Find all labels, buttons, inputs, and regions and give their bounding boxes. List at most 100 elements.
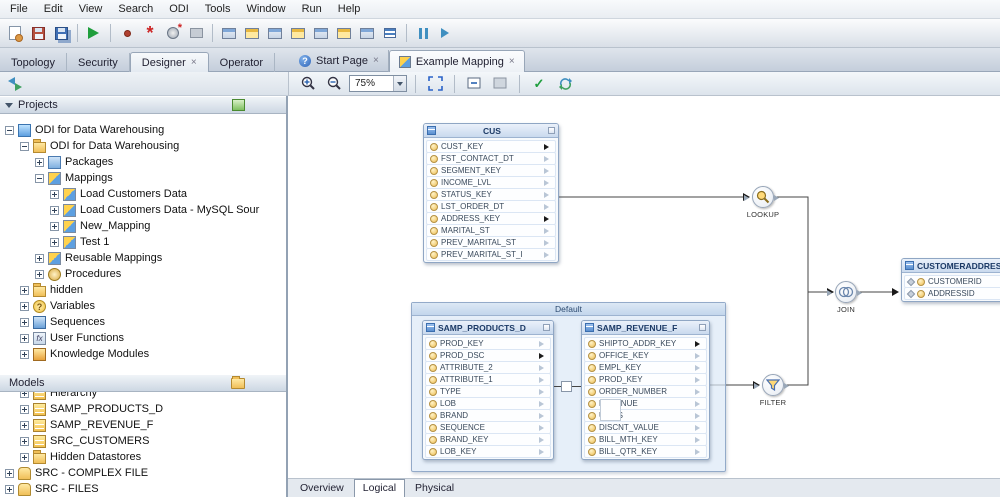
expand-icon[interactable] (20, 404, 29, 414)
new-icon[interactable] (4, 22, 26, 44)
tab-overview[interactable]: Overview (291, 479, 353, 497)
tab-start-page[interactable]: ? Start Page × (290, 50, 389, 72)
expand-all-icon[interactable] (489, 73, 511, 95)
expand-icon[interactable] (50, 221, 59, 231)
zoom-in-icon[interactable] (297, 73, 319, 95)
collapse-icon[interactable] (548, 127, 555, 134)
tree-item-variables[interactable]: Variables (0, 298, 286, 314)
trace-icon[interactable] (185, 22, 207, 44)
close-icon[interactable]: × (509, 56, 515, 67)
zoom-select[interactable]: 75% (349, 75, 407, 92)
menu-edit[interactable]: Edit (36, 1, 71, 17)
tree-item-load-customers-data[interactable]: Load Customers Data (0, 186, 286, 202)
output-arrow-icon[interactable] (695, 340, 703, 347)
tree-item-src-customers[interactable]: SRC_CUSTOMERS (0, 433, 286, 449)
close-icon[interactable]: × (373, 56, 379, 66)
save-all-icon[interactable] (50, 22, 72, 44)
menu-window[interactable]: Window (238, 1, 293, 17)
breakpoint-icon[interactable] (116, 22, 138, 44)
expand-icon[interactable] (20, 436, 29, 446)
refresh-icon[interactable] (4, 73, 26, 95)
window-layout-icon-4[interactable] (287, 22, 309, 44)
resume-icon[interactable] (435, 22, 457, 44)
output-arrow-icon[interactable] (539, 388, 547, 395)
table-node-cus[interactable]: CUS CUST_KEY FST_CONTACT_DT SEGMENT_KEY … (423, 123, 559, 263)
tab-topology[interactable]: Topology (0, 53, 68, 72)
tab-logical[interactable]: Logical (353, 479, 406, 497)
new-project-icon[interactable] (232, 99, 245, 111)
tab-example-mapping[interactable]: Example Mapping × (388, 50, 525, 72)
group-header[interactable]: Default (412, 303, 725, 316)
filter-operator[interactable]: FILTER (749, 374, 797, 407)
tree-item-test-1[interactable]: Test 1 (0, 234, 286, 250)
output-arrow-icon[interactable] (544, 251, 552, 258)
menu-file[interactable]: File (2, 1, 36, 17)
table-header[interactable]: CUSTOMERADDRESSR (902, 259, 1000, 273)
output-arrow-icon[interactable] (544, 191, 552, 198)
run-icon[interactable] (83, 22, 105, 44)
collapse-all-icon[interactable] (463, 73, 485, 95)
output-arrow-icon[interactable] (539, 400, 547, 407)
table-header[interactable]: SAMP_REVENUE_F (582, 321, 709, 335)
tab-operator[interactable]: Operator (209, 53, 276, 72)
tree-item-samp-revenue-f[interactable]: SAMP_REVENUE_F (0, 417, 286, 433)
output-arrow-icon[interactable] (544, 155, 552, 162)
table-node-samp-revenue-f[interactable]: SAMP_REVENUE_F SHIPTO_ADDR_KEY OFFICE_KE… (581, 320, 710, 460)
window-layout-icon-6[interactable] (333, 22, 355, 44)
tree-item-load-customers-data-mysql[interactable]: Load Customers Data - MySQL Sour (0, 202, 286, 218)
expand-icon[interactable] (5, 468, 14, 478)
expand-icon[interactable] (20, 349, 29, 359)
expand-icon[interactable] (20, 452, 29, 462)
tree-item-knowledge-modules[interactable]: Knowledge Modules (0, 346, 286, 362)
expand-icon[interactable] (20, 141, 29, 151)
expand-icon[interactable] (20, 333, 29, 343)
menu-help[interactable]: Help (330, 1, 369, 17)
tab-physical[interactable]: Physical (406, 479, 463, 497)
column-row[interactable]: PREV_MARITAL_ST_I (426, 248, 556, 261)
filter-icon[interactable] (754, 374, 789, 396)
expand-icon[interactable] (20, 392, 29, 398)
tree-item-project-root[interactable]: ODI for Data Warehousing (0, 122, 286, 138)
pause-icon[interactable] (412, 22, 434, 44)
window-layout-icon-1[interactable] (218, 22, 240, 44)
tree-item-user-functions[interactable]: User Functions (0, 330, 286, 346)
output-arrow-icon[interactable] (544, 143, 552, 150)
expand-icon[interactable] (35, 157, 44, 167)
output-arrow-icon[interactable] (544, 167, 552, 174)
menu-tools[interactable]: Tools (197, 1, 239, 17)
menu-view[interactable]: View (71, 1, 111, 17)
column-row[interactable]: BILL_QTR_KEY (584, 445, 707, 458)
models-panel-header[interactable]: Models (0, 374, 286, 392)
column-row[interactable]: ADDRESSID (904, 287, 1000, 300)
collapse-icon[interactable] (543, 324, 550, 331)
tree-item-src-complex-file[interactable]: SRC - COMPLEX FILE (0, 465, 286, 481)
expand-icon[interactable] (50, 189, 59, 199)
output-arrow-icon[interactable] (695, 388, 703, 395)
output-arrow-icon[interactable] (695, 448, 703, 455)
tab-security[interactable]: Security (67, 53, 130, 72)
tree-item-reusable-mappings[interactable]: Reusable Mappings (0, 250, 286, 266)
output-arrow-icon[interactable] (695, 352, 703, 359)
output-arrow-icon[interactable] (695, 424, 703, 431)
output-arrow-icon[interactable] (539, 376, 547, 383)
expand-icon[interactable] (20, 420, 29, 430)
debug-settings-icon[interactable] (162, 22, 184, 44)
collapse-icon[interactable] (699, 324, 706, 331)
console-icon[interactable] (379, 22, 401, 44)
tree-item-procedures[interactable]: Procedures (0, 266, 286, 282)
mapping-canvas[interactable]: Default CUS CUST_KEY FST_CONTACT_DT SEGM… (288, 96, 1000, 478)
tree-item-new-mapping[interactable]: New_Mapping (0, 218, 286, 234)
output-arrow-icon[interactable] (695, 376, 703, 383)
expand-icon[interactable] (50, 205, 59, 215)
tab-designer[interactable]: Designer × (129, 52, 209, 72)
tree-item-hierarchy[interactable]: Hierarchy (0, 392, 286, 401)
close-icon[interactable]: × (191, 58, 197, 68)
expand-icon[interactable] (35, 269, 44, 279)
join-icon[interactable] (827, 281, 862, 303)
tree-item-sequences[interactable]: Sequences (0, 314, 286, 330)
tree-item-packages[interactable]: Packages (0, 154, 286, 170)
tree-item-mappings[interactable]: Mappings (0, 170, 286, 186)
output-arrow-icon[interactable] (544, 239, 552, 246)
window-layout-icon-5[interactable] (310, 22, 332, 44)
expand-icon[interactable] (50, 237, 59, 247)
